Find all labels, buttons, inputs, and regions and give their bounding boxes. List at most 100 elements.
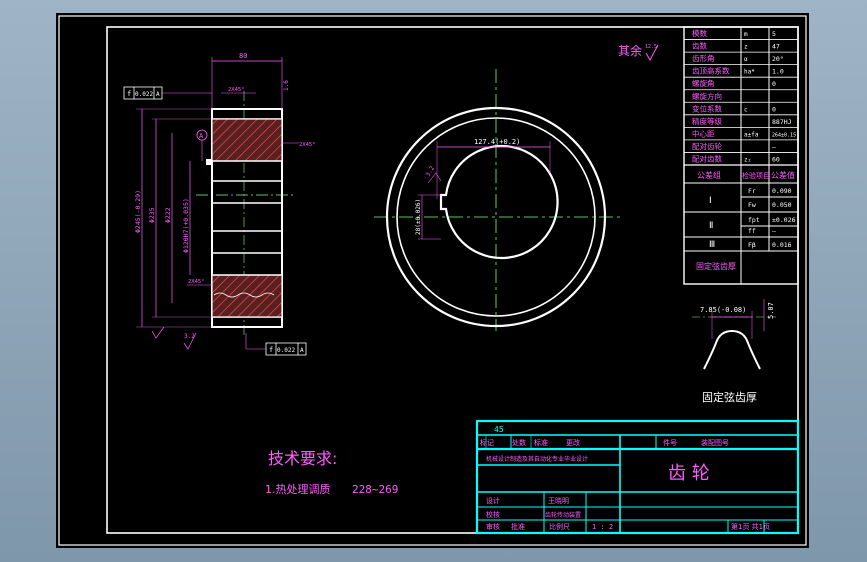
title-row-review: 审核 — [486, 522, 500, 531]
title-figure-label: 件号 — [663, 438, 677, 447]
tol-symbol: Fr — [748, 187, 756, 195]
title-count-label: 处数 — [512, 438, 526, 447]
fixed-chord-detail: 7.85(-0.08) 5.07 固定弦齿厚 — [692, 299, 776, 404]
tooth-section-bottom — [211, 274, 283, 318]
drawing-border-inner — [106, 26, 799, 534]
title-sheet: 第1页 共1页 — [731, 522, 770, 531]
param-symbol: z₂ — [744, 156, 751, 163]
param-label: 齿形角 — [692, 53, 715, 63]
tech-req-item1-value: 228~269 — [352, 483, 398, 496]
dim-tip-diameter: Φ245(-0.29) — [134, 190, 142, 233]
param-label: 精度等级 — [692, 116, 722, 126]
tol-value: 0.050 — [772, 201, 792, 209]
tol-symbol: Fβ — [748, 241, 756, 249]
title-row-check: 校核 — [486, 510, 500, 519]
roughness-note-value: 12.5 — [645, 44, 657, 50]
title-material: 45 — [494, 425, 504, 434]
title-block: 45 标记 处数 标准 更改 件号 装配图号 机械设计制造及其自动化专业毕业设计… — [475, 419, 800, 535]
param-label: 中心距 — [692, 128, 715, 138]
tol-group-2: Ⅱ — [709, 221, 713, 231]
front-rough: 3.2 — [425, 165, 437, 178]
engineering-drawing: 其余 12.5 模数 m 5 齿数 z 47 齿形角 α 20° 齿顶高系数 ha* 1.0 螺旋角 0 螺… — [58, 15, 807, 546]
tech-req-title: 技术要求: — [268, 449, 337, 468]
tol-value: 0.090 — [772, 187, 792, 195]
param-value: 264±0.15 — [772, 132, 796, 138]
param-value: 5 — [772, 30, 776, 38]
dim-root-diameter: Φ235 — [148, 207, 156, 223]
datum-a-marker: A — [199, 132, 204, 140]
side-chamfer-right: 2X45° — [299, 142, 316, 148]
side-width-dim: 80 — [239, 52, 247, 60]
tol-frame-bottom-symbol: f — [269, 346, 273, 354]
title-checker: 齿轮传动装置 — [545, 511, 581, 519]
param-value: 1.0 — [772, 68, 784, 76]
param-label: 齿数 — [692, 41, 707, 51]
gear-side-section-view: 80 2X45° 1.6 2X45° 2X45° f 0.022 A f 0.0… — [123, 52, 316, 356]
param-value: 60 — [772, 155, 780, 163]
dim-bore-diameter: Φ120H7(+0.035) — [182, 198, 190, 253]
keyway-depth-dim: 127.4(+0.2) — [474, 138, 520, 146]
param-value: 20° — [772, 55, 784, 63]
param-label: 螺旋方向 — [692, 91, 722, 101]
tol-header-group: 公差组 — [697, 170, 721, 180]
title-change-label: 更改 — [566, 438, 580, 447]
param-label: 配对齿数 — [692, 153, 722, 163]
roughness-note: 其余 — [618, 43, 642, 58]
gear-parameter-table: 模数 m 5 齿数 z 47 齿形角 α 20° 齿顶高系数 ha* 1.0 螺旋角 0 螺旋方向变位系数 c… — [683, 26, 799, 285]
tol-frame-top-datum: A — [156, 91, 160, 98]
tol-value: 0.016 — [772, 241, 792, 249]
title-row-approve: 批准 — [511, 522, 525, 531]
tol-group-1: Ⅰ — [709, 196, 712, 206]
tol-frame-top-value: 0.022 — [135, 91, 153, 98]
title-designer: 王晓明 — [548, 496, 569, 505]
title-std-label: 标准 — [534, 438, 548, 447]
title-school: 机械设计制造及其自动化专业毕业设计 — [486, 455, 588, 463]
fixed-chord-cell: 固定弦齿厚 — [696, 261, 736, 271]
tol-frame-bottom-value: 0.022 — [277, 347, 295, 354]
param-symbol: c — [744, 106, 748, 113]
param-value: — — [772, 143, 776, 151]
param-symbol: α — [744, 56, 748, 63]
tol-header-item: 检验项目 — [742, 171, 770, 180]
title-drawing-no-label: 装配图号 — [701, 438, 729, 447]
side-rough-top: 1.6 — [283, 80, 290, 91]
tol-symbol: fpt — [748, 216, 760, 224]
param-value: 47 — [772, 43, 780, 51]
tol-symbol: Fw — [748, 201, 756, 209]
tol-value: ±0.026 — [772, 216, 796, 224]
title-part-name: 齿 轮 — [668, 463, 710, 484]
tol-value: — — [772, 227, 776, 235]
cad-viewport[interactable]: 其余 12.5 模数 m 5 齿数 z 47 齿形角 α 20° 齿顶高系数 ha* 1.0 螺旋角 0 螺… — [56, 13, 809, 548]
param-label: 齿顶高系数 — [692, 66, 730, 76]
param-symbol: ha* — [744, 69, 755, 76]
title-scale-value: 1 : 2 — [592, 523, 613, 531]
tol-frame-top-symbol: f — [127, 90, 131, 98]
keyway-width-dim: 28(±0.026) — [415, 199, 422, 235]
fixed-chord-title: 固定弦齿厚 — [702, 390, 757, 404]
title-row-design: 设计 — [486, 496, 500, 505]
param-label: 模数 — [692, 28, 707, 38]
dim-hub-diameter: Φ222 — [164, 207, 172, 223]
side-chamfer-bottom: 2X45° — [188, 279, 205, 285]
tol-group-3: Ⅲ — [709, 240, 715, 250]
tech-req-item1: 1.热处理调质 — [265, 483, 331, 496]
tol-symbol: ff — [748, 227, 756, 235]
param-label: 螺旋角 — [692, 78, 715, 88]
chord-width-dim: 7.85(-0.08) — [700, 306, 746, 314]
param-value: 887HJ — [772, 118, 792, 126]
param-label: 变位系数 — [692, 103, 722, 113]
side-rough-bottom: 3.2 — [184, 333, 195, 340]
param-symbol: z — [744, 44, 748, 51]
title-scale-label: 比例尺 — [549, 522, 570, 531]
param-symbol: a±fa — [744, 131, 759, 138]
side-chamfer-top: 2X45° — [228, 87, 245, 93]
tooth-section-top — [211, 118, 283, 162]
title-mark-label: 标记 — [480, 438, 494, 447]
gear-front-view: 127.4(+0.2) 28(±0.026) 3.2 — [374, 69, 622, 331]
param-symbol: m — [744, 31, 748, 38]
tol-frame-bottom-datum: A — [300, 347, 304, 354]
param-value: 0 — [772, 80, 776, 88]
chord-height-dim: 5.07 — [767, 302, 775, 319]
param-label: 配对齿轮 — [692, 141, 722, 151]
tol-header-value: 公差值 — [771, 170, 795, 180]
